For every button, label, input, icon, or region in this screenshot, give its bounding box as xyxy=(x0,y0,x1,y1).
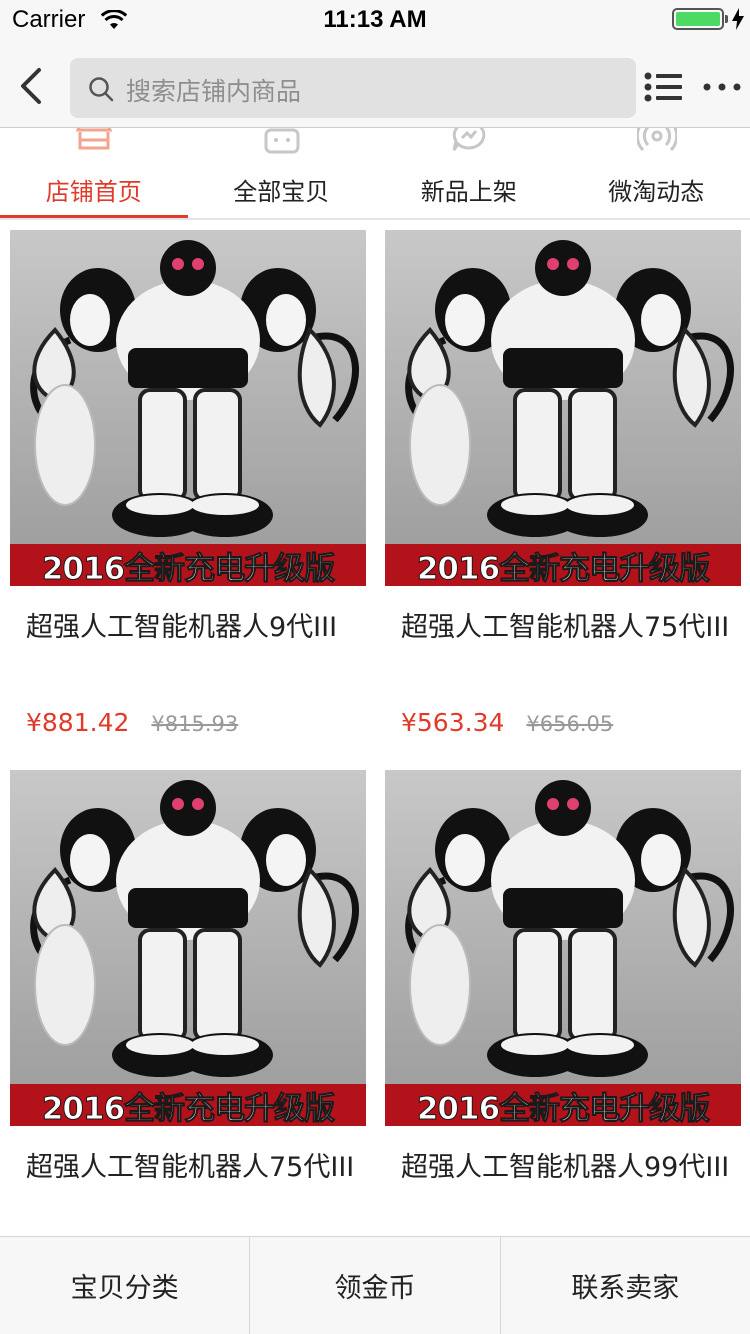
robot-toy-image xyxy=(30,780,359,1077)
tab-shop-home[interactable]: 店铺首页 xyxy=(0,128,188,218)
promo-banner-text: 2016全新充电升级版 xyxy=(41,1090,335,1126)
price-row: ¥881.42 ¥815.93 xyxy=(10,708,366,742)
chat-bolt-icon xyxy=(452,128,486,151)
product-image[interactable]: 2016全新充电升级版 xyxy=(385,230,741,586)
more-dots-icon[interactable] xyxy=(702,82,742,92)
contact-seller-button[interactable]: 联系卖家 xyxy=(501,1237,750,1334)
tab-all-items[interactable]: 全部宝贝 xyxy=(188,128,376,218)
tab-label: 全部宝贝 xyxy=(233,178,330,206)
search-input[interactable]: 搜索店铺内商品 xyxy=(70,58,636,118)
product-title[interactable]: 超强人工智能机器人99代III xyxy=(385,1150,741,1222)
category-button[interactable]: 宝贝分类 xyxy=(0,1237,251,1334)
search-icon xyxy=(89,77,114,102)
robot-toy-image xyxy=(405,240,734,537)
status-bar: Carrier 11:13 AM xyxy=(0,0,750,40)
promo-banner: 2016全新充电升级版 xyxy=(10,1084,366,1126)
robot-toy-image xyxy=(405,780,734,1077)
product-image[interactable]: 2016全新充电升级版 xyxy=(10,770,366,1126)
robot-toy-image xyxy=(30,240,359,537)
promo-banner-text: 2016全新充电升级版 xyxy=(416,1090,710,1126)
product-card[interactable]: 2016全新充电升级版 超强人工智能机器人99代III xyxy=(385,770,741,1222)
charging-bolt-icon xyxy=(732,8,744,30)
battery-cap xyxy=(725,15,728,23)
product-price: ¥881.42 xyxy=(26,708,130,737)
nav-bar: 搜索店铺内商品 xyxy=(0,40,750,128)
shop-tabs: 店铺首页 全部宝贝 新品上架 微淘动态 xyxy=(0,128,750,220)
product-original-price: ¥656.05 xyxy=(526,712,614,736)
bottom-toolbar: 宝贝分类 领金币 联系卖家 xyxy=(0,1236,750,1334)
product-image[interactable]: 2016全新充电升级版 xyxy=(10,230,366,586)
product-original-price: ¥815.93 xyxy=(151,712,239,736)
tab-weitao-feed[interactable]: 微淘动态 xyxy=(563,128,750,218)
promo-banner: 2016全新充电升级版 xyxy=(10,544,366,586)
promo-banner: 2016全新充电升级版 xyxy=(385,544,741,586)
product-title[interactable]: 超强人工智能机器人75代III xyxy=(10,1150,366,1222)
shop-icon xyxy=(75,128,113,150)
price-row: ¥563.34 ¥656.05 xyxy=(385,708,741,742)
promo-banner: 2016全新充电升级版 xyxy=(385,1084,741,1126)
tab-label: 店铺首页 xyxy=(45,178,142,206)
promo-banner-text: 2016全新充电升级版 xyxy=(416,550,710,586)
product-title[interactable]: 超强人工智能机器人75代III xyxy=(385,610,741,682)
search-placeholder: 搜索店铺内商品 xyxy=(126,77,302,106)
back-button[interactable] xyxy=(10,64,50,108)
tab-new-arrivals[interactable]: 新品上架 xyxy=(375,128,563,218)
signal-icon xyxy=(636,128,677,152)
product-card[interactable]: 2016全新充电升级版 超强人工智能机器人75代III ¥563.34 ¥656… xyxy=(385,230,741,742)
tab-label: 微淘动态 xyxy=(608,178,705,206)
list-icon[interactable] xyxy=(644,72,684,102)
product-card[interactable]: 2016全新充电升级版 超强人工智能机器人75代III xyxy=(10,770,366,1222)
product-card[interactable]: 2016全新充电升级版 超强人工智能机器人9代III ¥881.42 ¥815.… xyxy=(10,230,366,742)
promo-banner-text: 2016全新充电升级版 xyxy=(41,550,335,586)
collect-coins-button[interactable]: 领金币 xyxy=(250,1237,501,1334)
battery-icon xyxy=(672,8,724,30)
product-title[interactable]: 超强人工智能机器人9代III xyxy=(10,610,366,682)
tab-label: 新品上架 xyxy=(420,178,517,206)
product-image[interactable]: 2016全新充电升级版 xyxy=(385,770,741,1126)
product-price: ¥563.34 xyxy=(401,708,505,737)
bag-icon xyxy=(264,128,299,154)
status-time: 11:13 AM xyxy=(323,6,427,33)
